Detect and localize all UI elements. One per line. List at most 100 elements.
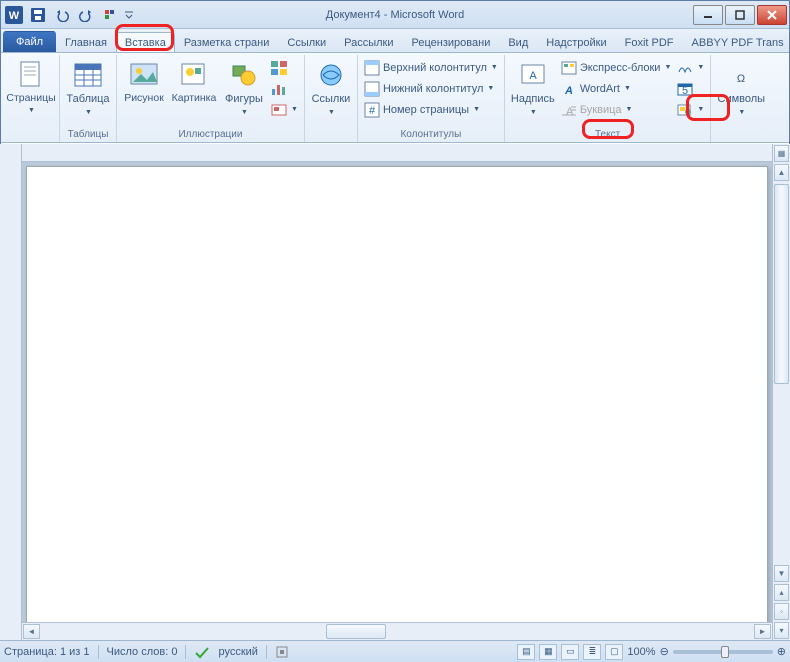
textbox-icon: A — [517, 59, 549, 91]
tab-references[interactable]: Ссылки — [278, 32, 335, 52]
save-icon[interactable] — [27, 4, 49, 26]
workspace: ◄ ► ▦ ▲ ▼ ▴ ◦ ▾ — [0, 144, 790, 640]
shapes-button[interactable]: Фигуры▼ — [221, 57, 267, 119]
svg-text:#: # — [369, 105, 376, 117]
picture-button[interactable]: Рисунок — [121, 57, 167, 107]
horizontal-scrollbar[interactable]: ◄ ► — [22, 622, 772, 640]
quick-access-toolbar: W — [3, 4, 135, 26]
ruler-toggle-icon[interactable]: ▦ — [774, 145, 789, 162]
tab-abbyy[interactable]: ABBYY PDF Trans — [683, 32, 790, 52]
close-button[interactable] — [757, 5, 787, 25]
group-tables: Таблица▼ Таблицы — [60, 55, 117, 142]
zoom-out-icon[interactable]: ⊖ — [660, 645, 669, 658]
redo-icon[interactable] — [75, 4, 97, 26]
table-icon — [72, 59, 104, 91]
dropcap-icon: A — [561, 102, 577, 118]
browse-object-icon[interactable]: ◦ — [774, 603, 789, 620]
page-number-button[interactable]: #Номер страницы▼ — [362, 99, 500, 120]
tab-foxit[interactable]: Foxit PDF — [616, 32, 683, 52]
signature-icon — [677, 60, 693, 76]
qat-more-icon[interactable] — [99, 4, 121, 26]
document-canvas[interactable] — [22, 162, 772, 622]
scroll-left-icon[interactable]: ◄ — [23, 624, 40, 639]
datetime-icon: 5 — [677, 81, 693, 97]
symbols-button[interactable]: Ω Символы▼ — [715, 57, 767, 119]
outline-view-icon[interactable]: ≣ — [583, 644, 601, 660]
header-button[interactable]: Верхний колонтитул▼ — [362, 57, 500, 78]
group-pages: Страницы▼ Таблицы — [3, 55, 60, 142]
macro-icon[interactable] — [275, 645, 289, 659]
svg-text:A: A — [529, 70, 537, 82]
dropcap-button[interactable]: AБуквица▼ — [559, 99, 674, 120]
hscroll-thumb[interactable] — [326, 624, 386, 639]
screenshot-button[interactable]: ▼ — [269, 99, 300, 120]
minimize-button[interactable] — [693, 5, 723, 25]
group-label-headerfooter: Колонтитулы — [362, 128, 500, 142]
zoom-in-icon[interactable]: ⊕ — [777, 645, 786, 658]
signature-button[interactable]: ▼ — [675, 57, 706, 78]
web-view-icon[interactable]: ▭ — [561, 644, 579, 660]
status-page[interactable]: Страница: 1 из 1 — [4, 646, 90, 658]
links-icon — [315, 59, 347, 91]
tab-view[interactable]: Вид — [499, 32, 537, 52]
tab-addins[interactable]: Надстройки — [537, 32, 615, 52]
vertical-ruler[interactable] — [0, 144, 22, 640]
titlebar: W Документ4 - Microsoft Word — [1, 1, 789, 29]
footer-button[interactable]: Нижний колонтитул▼ — [362, 78, 500, 99]
vscroll-thumb[interactable] — [774, 184, 789, 384]
zoom-level[interactable]: 100% — [627, 646, 655, 658]
datetime-button[interactable]: 5 — [675, 78, 706, 99]
scroll-up-icon[interactable]: ▲ — [774, 164, 789, 181]
group-links: Ссылки▼ — [305, 55, 358, 142]
wordart-icon: A — [561, 81, 577, 97]
group-label-text: Текст — [509, 128, 707, 142]
qat-customize-icon[interactable] — [123, 4, 135, 26]
group-label-tables: Таблицы — [64, 128, 112, 142]
spellcheck-icon[interactable] — [194, 645, 210, 659]
wordart-button[interactable]: AWordArt▼ — [559, 78, 674, 99]
quickparts-button[interactable]: Экспресс-блоки▼ — [559, 57, 674, 78]
scroll-down-icon[interactable]: ▼ — [774, 565, 789, 582]
quickparts-icon — [561, 60, 577, 76]
table-button[interactable]: Таблица▼ — [64, 57, 112, 119]
clipart-button[interactable]: Картинка — [169, 57, 219, 107]
fullscreen-view-icon[interactable]: ▦ — [539, 644, 557, 660]
tab-mailings[interactable]: Рассылки — [335, 32, 402, 52]
undo-icon[interactable] — [51, 4, 73, 26]
links-button[interactable]: Ссылки▼ — [309, 57, 353, 119]
page[interactable] — [26, 166, 768, 622]
ribbon: Страницы▼ Таблицы Таблица▼ Таблицы Рисун… — [1, 53, 789, 143]
maximize-button[interactable] — [725, 5, 755, 25]
horizontal-ruler[interactable] — [22, 144, 772, 162]
print-layout-view-icon[interactable]: ▤ — [517, 644, 535, 660]
object-button[interactable]: ▼ — [675, 99, 706, 120]
group-symbols: Ω Символы▼ — [711, 55, 771, 142]
status-language[interactable]: русский — [218, 646, 257, 658]
svg-text:A: A — [564, 85, 573, 96]
zoom-slider[interactable] — [673, 650, 773, 654]
picture-icon — [128, 59, 160, 91]
tab-page-layout[interactable]: Разметка страни — [175, 32, 279, 52]
smartart-button[interactable] — [269, 57, 300, 78]
svg-text:Ω: Ω — [737, 73, 745, 85]
next-page-icon[interactable]: ▾ — [774, 622, 789, 639]
omega-icon: Ω — [725, 59, 757, 91]
pages-button[interactable]: Страницы▼ — [7, 57, 55, 116]
tab-home[interactable]: Главная — [56, 32, 116, 52]
scroll-right-icon[interactable]: ► — [754, 624, 771, 639]
svg-text:5: 5 — [682, 85, 688, 96]
statusbar: Страница: 1 из 1 Число слов: 0 русский ▤… — [0, 640, 790, 662]
header-icon — [364, 60, 380, 76]
draft-view-icon[interactable]: ▢ — [605, 644, 623, 660]
smartart-icon — [271, 60, 287, 76]
shapes-icon — [228, 59, 260, 91]
vertical-scrollbar[interactable]: ▦ ▲ ▼ ▴ ◦ ▾ — [772, 144, 790, 640]
chart-button[interactable] — [269, 78, 300, 99]
tab-file[interactable]: Файл — [3, 31, 56, 52]
word-app-icon[interactable]: W — [3, 4, 25, 26]
tab-insert[interactable]: Вставка — [116, 32, 175, 52]
prev-page-icon[interactable]: ▴ — [774, 584, 789, 601]
textbox-button[interactable]: A Надпись▼ — [509, 57, 557, 119]
tab-review[interactable]: Рецензировани — [403, 32, 500, 52]
status-words[interactable]: Число слов: 0 — [107, 646, 178, 658]
